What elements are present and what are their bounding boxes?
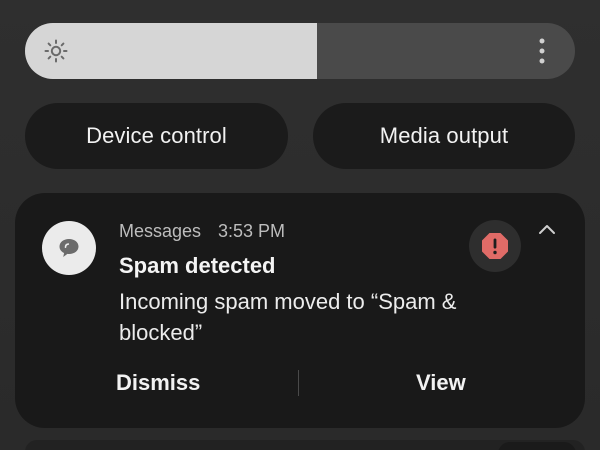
next-notification-button-edge [498,442,576,450]
more-vert-icon[interactable] [538,38,546,64]
notification-app-name: Messages [119,221,202,241]
brightness-slider-fill [25,23,317,79]
dismiss-button[interactable]: Dismiss [116,368,200,398]
alert-octagon-icon [482,233,508,259]
notification-body: Incoming spam moved to “Spam & blocked” [119,289,457,345]
sun-icon [44,39,68,63]
spam-alert-badge [469,220,521,272]
device-control-label: Device control [86,123,227,148]
chat-bubble-icon [59,239,79,257]
device-control-button[interactable]: Device control [25,103,288,169]
chevron-up-icon[interactable] [537,222,557,236]
media-output-label: Media output [379,123,509,148]
quick-panel-screen: Device control Media output Messages 3:5… [0,0,600,450]
view-button[interactable]: View [416,368,466,398]
action-divider [298,370,299,396]
notification-title: Spam detected [119,253,276,278]
messages-app-icon [42,221,96,275]
media-output-button[interactable]: Media output [313,103,575,169]
brightness-slider[interactable] [25,23,575,79]
notification-time: 3:53 PM [218,221,286,241]
